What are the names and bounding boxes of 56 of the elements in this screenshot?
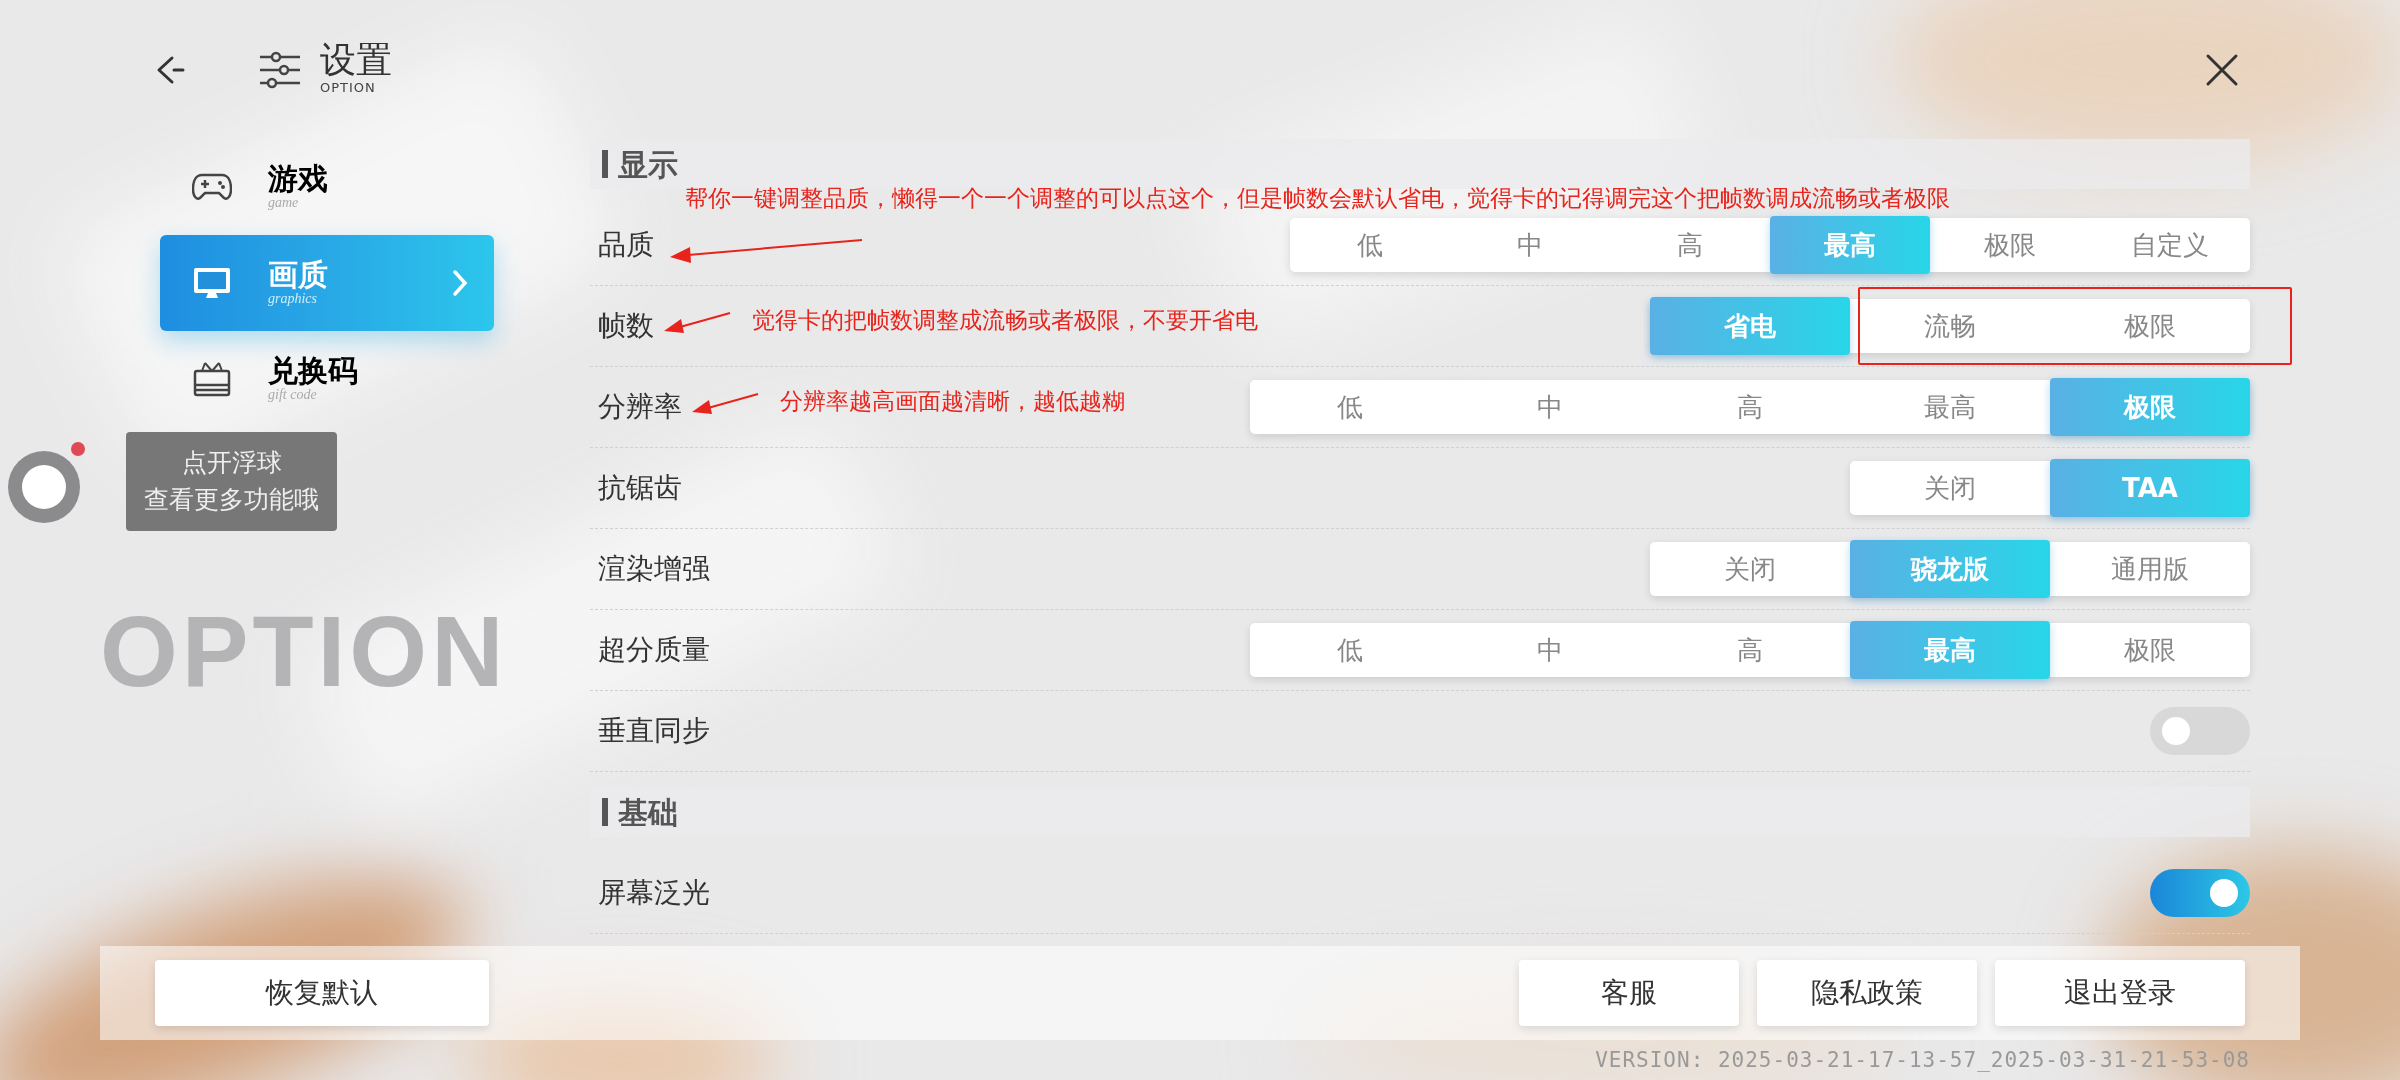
footer-button[interactable]: 客服 xyxy=(1519,959,1739,1026)
section-title: 显示 xyxy=(618,145,678,184)
footer-button[interactable]: 恢复默认 xyxy=(155,959,489,1026)
page-title: 设置 xyxy=(320,41,392,78)
setting-label: 渲染增强 xyxy=(598,551,710,588)
section-title: 基础 xyxy=(618,793,678,832)
option-tab[interactable]: 中 xyxy=(1450,623,1650,678)
option-tab[interactable]: 骁龙版 xyxy=(1850,540,2050,599)
option-tab[interactable]: 高 xyxy=(1610,218,1770,273)
toggle-switch[interactable] xyxy=(2150,869,2250,918)
option-tab[interactable]: 极限 xyxy=(1930,218,2090,273)
option-tab[interactable]: 高 xyxy=(1650,380,1850,435)
tooltip: 点开浮球 查看更多功能哦 xyxy=(126,431,337,531)
footer-button[interactable]: 退出登录 xyxy=(1995,959,2245,1026)
option-tab[interactable]: 最高 xyxy=(1850,621,2050,680)
annotation-text: 分辨率越高画面越清晰，越低越糊 xyxy=(780,387,1125,417)
option-tab[interactable]: 极限 xyxy=(2050,378,2250,437)
option-tab[interactable]: TAA xyxy=(2050,459,2250,518)
option-tab[interactable]: 最高 xyxy=(1850,380,2050,435)
option-tab[interactable]: 中 xyxy=(1450,218,1610,273)
background-watermark-text: OPTION xyxy=(100,601,508,702)
option-tab[interactable]: 极限 xyxy=(2050,299,2250,354)
option-tab[interactable]: 最高 xyxy=(1770,216,1930,275)
option-tab[interactable]: 低 xyxy=(1250,623,1450,678)
annotation-arrow xyxy=(664,312,731,334)
option-tab[interactable]: 关闭 xyxy=(1850,461,2050,516)
setting-label: 超分质量 xyxy=(598,632,710,669)
option-tab[interactable]: 自定义 xyxy=(2090,218,2250,273)
option-tab[interactable]: 极限 xyxy=(2050,623,2250,678)
setting-label: 抗锯齿 xyxy=(598,470,682,507)
option-tab[interactable]: 低 xyxy=(1250,380,1450,435)
annotation-text: 帮你一键调整品质，懒得一个一个调整的可以点这个，但是帧数会默认省电，觉得卡的记得调完这个把帧数调成流畅或者极限 xyxy=(685,184,1950,214)
footer-button[interactable]: 隐私政策 xyxy=(1757,959,1977,1026)
setting-label: 屏幕泛光 xyxy=(598,875,710,912)
option-tab[interactable]: 关闭 xyxy=(1650,542,1850,597)
page-subtitle: OPTION xyxy=(320,78,377,97)
annotation-arrow xyxy=(692,393,759,415)
setting-label: 品质 xyxy=(598,227,654,264)
chevron-right-icon xyxy=(452,269,468,298)
sidebar-item[interactable]: 画质 graphics xyxy=(160,235,494,332)
setting-label: 垂直同步 xyxy=(598,713,710,750)
sidebar-item[interactable]: 兑换码 gift code xyxy=(160,331,494,428)
sidebar-item[interactable]: 游戏 game xyxy=(160,139,494,236)
setting-label: 分辨率 xyxy=(598,389,682,426)
section-marker xyxy=(602,798,608,827)
option-tab[interactable]: 高 xyxy=(1650,623,1850,678)
section-marker xyxy=(602,150,608,179)
version-text: VERSION: 2025-03-21-17-13-57_2025-03-31-21-53-08 xyxy=(1595,1048,2250,1073)
option-tab[interactable]: 低 xyxy=(1290,218,1450,273)
option-tab[interactable]: 通用版 xyxy=(2050,542,2250,597)
option-tab[interactable]: 省电 xyxy=(1650,297,1850,356)
toggle-switch[interactable] xyxy=(2150,707,2250,756)
option-tab[interactable]: 流畅 xyxy=(1850,299,2050,354)
annotation-text: 觉得卡的把帧数调整成流畅或者极限，不要开省电 xyxy=(752,306,1258,336)
option-tab[interactable]: 中 xyxy=(1450,380,1650,435)
setting-label: 帧数 xyxy=(598,308,654,345)
